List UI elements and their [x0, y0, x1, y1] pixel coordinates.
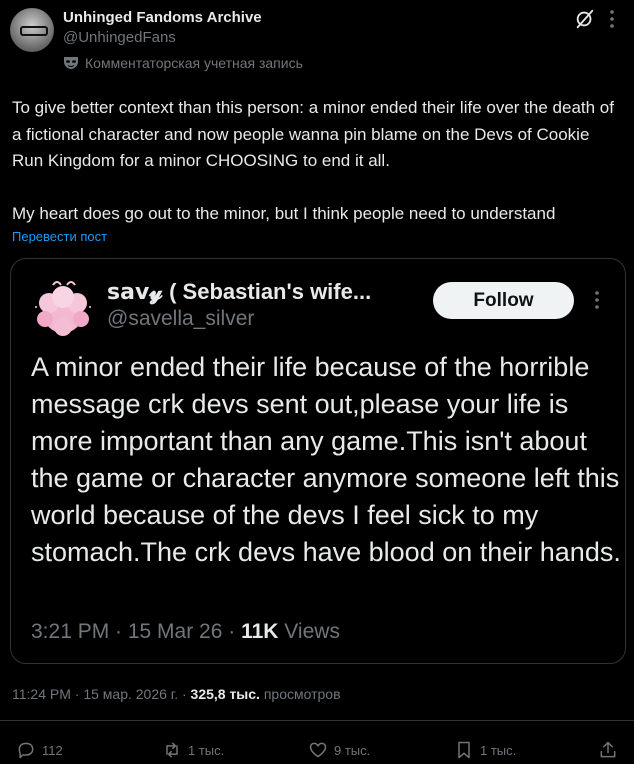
- share-button[interactable]: [598, 740, 618, 760]
- tweet-meta: 11:24 PM · 15 мар. 2026 г. · 325,8 тыс. …: [12, 686, 341, 702]
- reply-count: 112: [42, 742, 63, 758]
- share-icon: [600, 741, 616, 758]
- account-label-text: Комментаторская учетная запись: [85, 55, 303, 71]
- translate-link[interactable]: Перевести пост: [12, 229, 107, 244]
- repost-icon: [166, 742, 178, 758]
- tweet-paragraph: My heart does go out to the minor, but I…: [12, 203, 556, 223]
- repost-count: 1 тыс.: [188, 742, 225, 758]
- views-count: 325,8 тыс.: [190, 686, 260, 702]
- quote-body: A minor ended their life because of the …: [31, 352, 621, 567]
- heart-icon: [309, 742, 327, 758]
- bookmark-count: 1 тыс.: [480, 742, 517, 758]
- quoted-tweet[interactable]: 𝘀𝗮𝘃𝔂 ( Sebastian's wife... @savella_silv…: [10, 258, 626, 664]
- bookmark-button[interactable]: 1 тыс.: [454, 740, 516, 760]
- mask-icon: [64, 57, 78, 69]
- action-bar: 112 1 тыс. 9 тыс. 1 тыс.: [16, 740, 620, 764]
- quote-timestamp[interactable]: 3:21 PM · 15 Mar 26 ·: [31, 620, 241, 643]
- views-label: просмотров: [259, 686, 341, 702]
- tweet-timestamp[interactable]: 11:24 PM · 15 мар. 2026 г. ·: [12, 686, 191, 702]
- author-name[interactable]: Unhinged Fandoms Archive: [63, 9, 262, 26]
- divider: [0, 720, 634, 721]
- quote-author-name[interactable]: 𝘀𝗮𝘃𝔂 ( Sebastian's wife...: [107, 279, 371, 305]
- tweet-body: To give better context than this person:…: [12, 95, 624, 227]
- more-options-icon[interactable]: [602, 8, 622, 30]
- like-count: 9 тыс.: [334, 742, 371, 758]
- quote-avatar[interactable]: [27, 277, 99, 341]
- bookmark-icon: [458, 741, 470, 759]
- reply-icon: [18, 742, 34, 759]
- tweet-paragraph: To give better context than this person:…: [12, 98, 614, 170]
- author-handle[interactable]: @UnhingedFans: [63, 29, 176, 46]
- account-label[interactable]: Комментаторская учетная запись: [63, 55, 303, 71]
- reply-button[interactable]: 112: [16, 740, 63, 760]
- follow-button[interactable]: Follow: [433, 282, 574, 319]
- quote-author-handle[interactable]: @savella_silver: [107, 307, 254, 331]
- avatar-glasses: [20, 26, 48, 36]
- quote-meta: 3:21 PM · 15 Mar 26 · 11K Views: [31, 620, 340, 644]
- repost-button[interactable]: 1 тыс.: [162, 740, 224, 760]
- quote-more-icon[interactable]: [589, 289, 605, 311]
- quote-views-label: Views: [278, 620, 340, 643]
- like-button[interactable]: 9 тыс.: [308, 740, 370, 760]
- author-avatar[interactable]: [10, 8, 54, 52]
- quote-views-count: 11K: [241, 620, 279, 643]
- tweet-header: Unhinged Fandoms Archive @UnhingedFans К…: [10, 8, 622, 78]
- grok-icon[interactable]: [574, 8, 596, 30]
